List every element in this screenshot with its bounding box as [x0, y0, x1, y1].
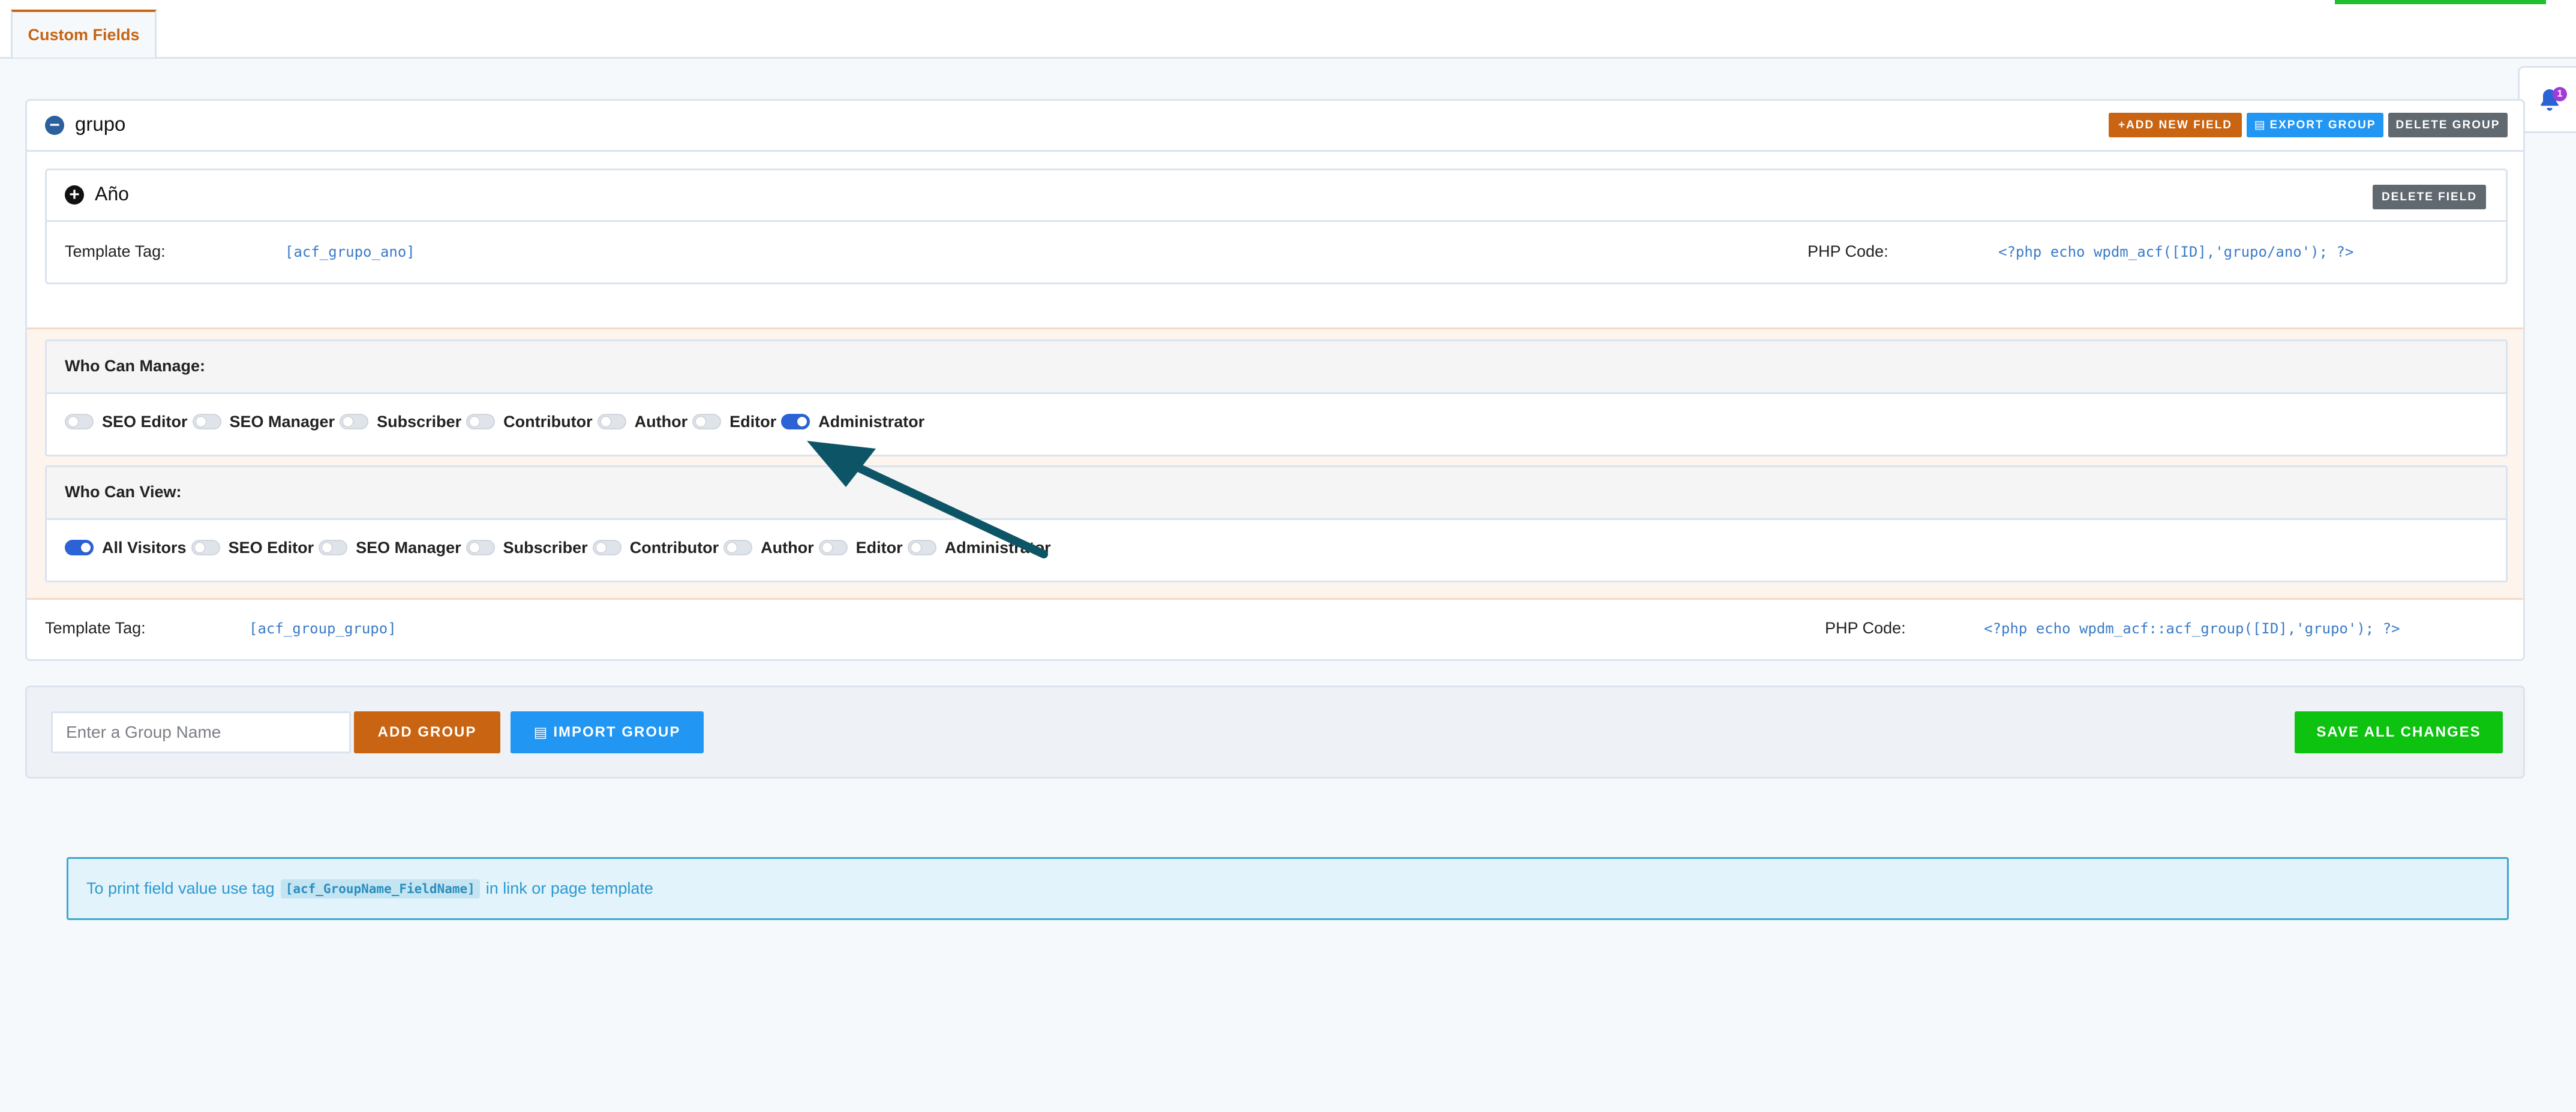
save-all-changes-button[interactable]: SAVE ALL CHANGES	[2295, 711, 2503, 753]
add-new-field-button[interactable]: +ADD NEW FIELD	[2109, 113, 2242, 137]
manage-role-toggle[interactable]	[192, 414, 221, 429]
manage-role-label: Author	[634, 412, 688, 431]
view-role-label: SEO Editor	[228, 538, 314, 557]
view-role-toggle[interactable]	[319, 540, 348, 555]
view-role-label: SEO Manager	[356, 538, 461, 557]
permissions-area: Who Can Manage: SEO Editor SEO Manager Sub…	[27, 327, 2523, 600]
tab-bar: Custom Fields	[0, 0, 2576, 59]
delete-group-button[interactable]: DELETE GROUP	[2388, 113, 2508, 137]
manage-role-toggle[interactable]	[65, 414, 94, 429]
file-icon: ▤	[2254, 119, 2266, 131]
import-group-label: IMPORT GROUP	[553, 724, 681, 740]
field-title: Año	[95, 183, 129, 205]
view-role-label: Contributor	[629, 538, 719, 557]
view-role: Subscriber	[466, 539, 588, 557]
manage-roles: SEO Editor SEO Manager Subscriber Contribut…	[65, 411, 929, 432]
view-role-label: Author	[761, 538, 814, 557]
group-php-label: PHP Code:	[1825, 619, 1906, 637]
view-roles: All Visitors SEO Editor SEO Manager Subscri…	[65, 537, 1056, 558]
view-role-toggle[interactable]	[191, 540, 220, 555]
view-role: All Visitors	[65, 539, 187, 557]
view-role: Author	[723, 538, 814, 557]
manage-role-toggle[interactable]	[692, 414, 722, 429]
manage-role-toggle[interactable]	[340, 414, 369, 429]
info-code: [acf_GroupName_FieldName]	[280, 879, 480, 898]
info-note: To print field value use tag [acf_GroupN…	[67, 857, 2509, 920]
view-role-toggle[interactable]	[65, 540, 94, 555]
manage-role: Author	[597, 412, 688, 431]
view-role-label: Subscriber	[503, 538, 588, 557]
manage-role-toggle[interactable]	[781, 414, 810, 429]
manage-role-label: Subscriber	[377, 412, 462, 431]
who-can-view-title: Who Can View:	[65, 483, 182, 501]
tab-label: Custom Fields	[28, 25, 140, 44]
manage-role-label: Editor	[729, 412, 777, 431]
add-group-button[interactable]: ADD GROUP	[354, 711, 500, 753]
group-template-tag[interactable]: [acf_group_grupo]	[249, 620, 397, 637]
field-header: + Año DELETE FIELD	[47, 170, 2506, 222]
manage-role: Contributor	[466, 412, 593, 431]
view-role-toggle[interactable]	[723, 540, 753, 555]
manage-role: SEO Editor	[65, 413, 188, 431]
manage-role-toggle[interactable]	[597, 414, 626, 429]
manage-role: Subscriber	[340, 413, 461, 431]
group-template-tag-label: Template Tag:	[45, 619, 146, 637]
view-role-label: All Visitors	[102, 538, 187, 557]
expand-icon[interactable]: +	[65, 185, 84, 205]
group-php-code[interactable]: <?php echo wpdm_acf::acf_group([ID],'gru…	[1984, 620, 2400, 637]
info-prefix: To print field value use tag	[86, 879, 275, 897]
view-role: Contributor	[592, 538, 719, 557]
notification-button[interactable]: 1	[2518, 66, 2576, 133]
export-group-button[interactable]: ▤ EXPORT GROUP	[2247, 113, 2383, 137]
manage-role: Editor	[692, 413, 776, 431]
view-role: Editor	[818, 538, 903, 557]
group-title: grupo	[75, 113, 126, 135]
group-header: − grupo +ADD NEW FIELD ▤ EXPORT GROUP DE…	[27, 101, 2523, 152]
export-group-label: EXPORT GROUP	[2269, 118, 2376, 131]
notification-badge: 1	[2553, 87, 2567, 101]
view-role: SEO Editor	[191, 539, 314, 557]
field-php-label: PHP Code:	[1808, 242, 1889, 260]
group-panel: − grupo +ADD NEW FIELD ▤ EXPORT GROUP DE…	[25, 99, 2525, 661]
who-can-view-box: Who Can View: All Visitors SEO Editor SEO …	[45, 465, 2508, 582]
manage-role-label: SEO Editor	[102, 412, 188, 431]
view-role: Administrator	[907, 538, 1051, 557]
manage-role-label: Contributor	[503, 412, 593, 431]
view-role-toggle[interactable]	[592, 540, 622, 555]
top-progress-bar	[2335, 0, 2546, 4]
field-box: + Año DELETE FIELD Template Tag: [acf_gr…	[45, 169, 2508, 284]
who-can-view-header: Who Can View:	[47, 467, 2506, 520]
who-can-manage-box: Who Can Manage: SEO Editor SEO Manager Sub…	[45, 339, 2508, 456]
view-role-label: Administrator	[944, 538, 1051, 557]
view-role-toggle[interactable]	[466, 540, 495, 555]
add-group-bar: ADD GROUP ▤ IMPORT GROUP SAVE ALL CHANGE…	[25, 686, 2525, 779]
who-can-manage-header: Who Can Manage:	[47, 341, 2506, 394]
field-php-code[interactable]: <?php echo wpdm_acf([ID],'grupo/ano'); ?…	[1998, 244, 2353, 260]
collapse-icon[interactable]: −	[45, 116, 64, 135]
delete-field-button[interactable]: DELETE FIELD	[2373, 185, 2486, 209]
manage-role-toggle[interactable]	[466, 414, 496, 429]
manage-role-label: Administrator	[818, 412, 925, 431]
info-suffix: in link or page template	[485, 879, 653, 897]
view-role-label: Editor	[855, 538, 903, 557]
view-role-toggle[interactable]	[818, 540, 848, 555]
manage-role-label: SEO Manager	[229, 412, 335, 431]
file-import-icon: ▤	[533, 724, 549, 741]
view-role: SEO Manager	[319, 539, 461, 557]
import-group-button[interactable]: ▤ IMPORT GROUP	[511, 711, 704, 753]
view-role-toggle[interactable]	[907, 540, 936, 555]
field-template-tag[interactable]: [acf_grupo_ano]	[285, 244, 415, 260]
group-name-input[interactable]	[51, 711, 351, 753]
manage-role: SEO Manager	[192, 412, 335, 431]
tab-custom-fields[interactable]: Custom Fields	[11, 10, 157, 58]
who-can-manage-title: Who Can Manage:	[65, 357, 205, 375]
manage-role: Administrator	[781, 413, 924, 431]
field-template-tag-label: Template Tag:	[65, 242, 166, 260]
